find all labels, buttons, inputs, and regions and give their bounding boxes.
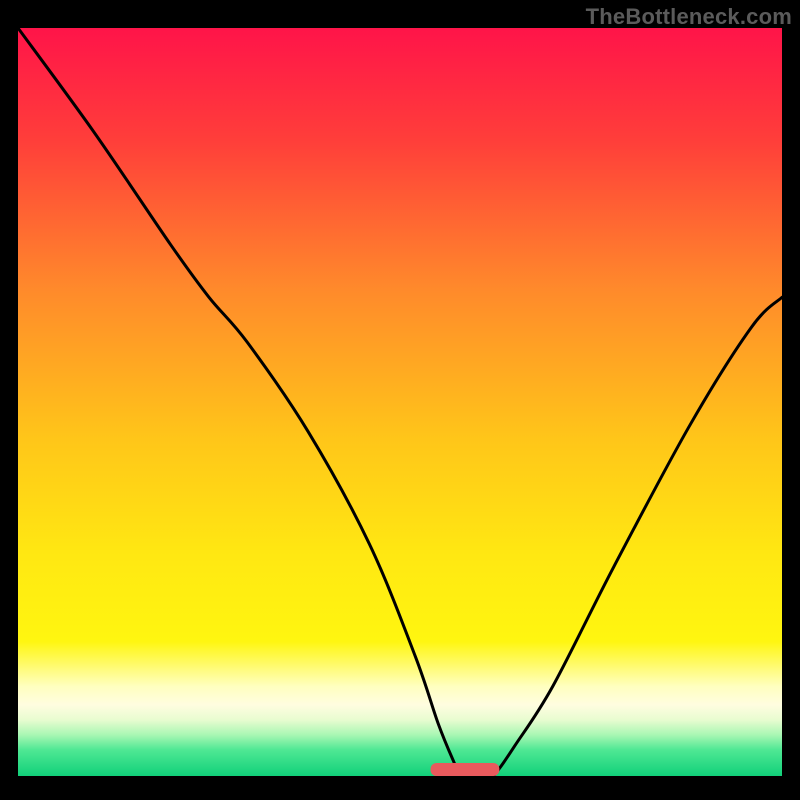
plot-area [18, 28, 782, 776]
optimum-marker [431, 763, 500, 776]
watermark-text: TheBottleneck.com [586, 4, 792, 30]
chart-frame: { "watermark": "TheBottleneck.com", "col… [0, 0, 800, 800]
bottleneck-chart [18, 28, 782, 776]
